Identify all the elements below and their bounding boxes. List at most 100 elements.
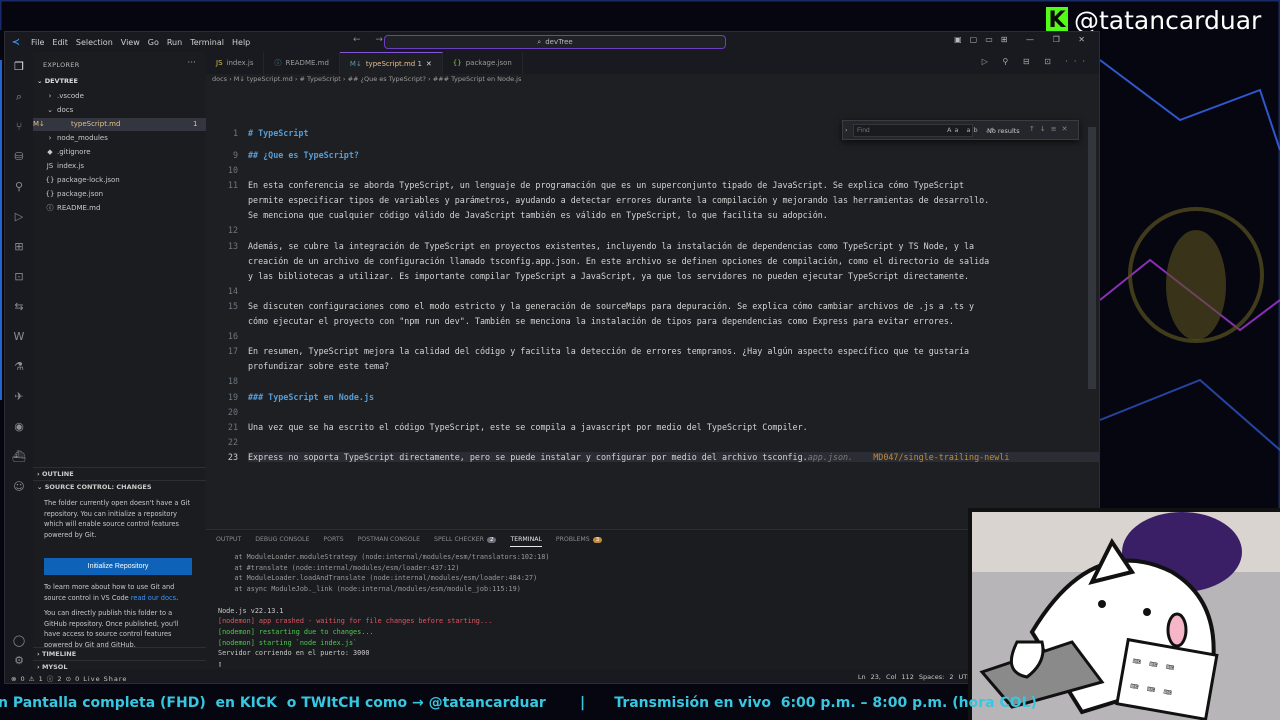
explorer-icon[interactable]: ❐	[12, 60, 26, 74]
chevron-right-icon[interactable]: ›	[845, 126, 848, 134]
tree-item[interactable]: ⌄ docs	[45, 104, 73, 117]
terminal-line: at async ModuleJob._link (node:internal/…	[218, 585, 521, 594]
terminal-line: at ModuleLoader.moduleStrategy (node:int…	[218, 553, 550, 561]
terminal-line: [nodemon] app crashed - waiting for file…	[218, 617, 493, 626]
docker-icon[interactable]: ⛴	[12, 450, 26, 464]
vertical-scrollbar[interactable]	[1088, 127, 1096, 389]
panel-tab-ports[interactable]: PORTS	[323, 536, 343, 547]
tree-item[interactable]: ⓘ README.md	[45, 202, 101, 215]
panel-tab-postman-console[interactable]: POSTMAN CONSOLE	[358, 536, 420, 547]
stream-ticker: n Pantalla completa (FHD) en KICK o TWIt…	[0, 692, 1037, 720]
terminal-output[interactable]: at ModuleLoader.moduleStrategy (node:int…	[218, 552, 549, 670]
wakatime-icon[interactable]: W	[12, 330, 26, 344]
line-number: 21	[227, 422, 238, 432]
editor-tab[interactable]: {} package.json	[443, 52, 523, 74]
code-editor[interactable]: 1 # TypeScript 9 ## ¿Que es TypeScript? 10 11…	[206, 87, 1099, 547]
menu-terminal[interactable]: Terminal	[186, 38, 228, 47]
activity-bar: ❐ ⌕ ⑂ ⛁ ⚲ ▷ ⊞ ⊡ ⇆ W ⚗ ✈ ◉ ⛴ ☺ ◯ ⚙	[5, 52, 33, 669]
gitlens-icon[interactable]: ◉	[12, 420, 26, 434]
line-number: 23	[227, 452, 238, 462]
file-type-icon: JS	[46, 162, 54, 170]
line-number: 14	[227, 286, 238, 296]
sc-info-text: The folder currently open doesn't have a…	[44, 499, 191, 539]
markdown-heading: # TypeScript	[248, 128, 309, 138]
tree-item[interactable]: ◆ .gitignore	[45, 146, 90, 159]
tree-item-label: docs	[57, 106, 74, 114]
tree-item-label: README.md	[57, 204, 101, 212]
live-share-icon[interactable]: ⇆	[12, 300, 26, 314]
panel-tab-debug-console[interactable]: DEBUG CONSOLE	[255, 536, 309, 547]
sidebar-title: EXPLORER	[43, 61, 80, 69]
status-left[interactable]: ⊗ 0 ⚠ 1 ⓘ 2 ⊙ 0 Live Share	[11, 673, 127, 683]
remote-explorer-icon[interactable]: ⊡	[12, 270, 26, 284]
editor-tab[interactable]: ⓘ README.md	[264, 52, 340, 74]
file-type-icon: {}	[452, 59, 462, 67]
panel-tab-output[interactable]: OUTPUT	[216, 536, 241, 547]
line-number: 11	[227, 180, 238, 190]
menu-run[interactable]: Run	[163, 38, 186, 47]
source-control-icon[interactable]: ⑂	[12, 120, 26, 134]
file-type-icon: ›	[48, 92, 52, 100]
close-icon[interactable]: ✕	[426, 60, 432, 68]
menu-file[interactable]: File	[27, 38, 48, 47]
postman-icon[interactable]: ✈	[12, 390, 26, 404]
code-line: creación de un archivo de configuración …	[248, 256, 990, 266]
markdown-heading: ### TypeScript en Node.js	[248, 392, 375, 402]
extensions-icon[interactable]: ⊞	[12, 240, 26, 254]
more-actions-icon[interactable]: ···	[187, 58, 196, 68]
tree-item-label: package.json	[57, 190, 104, 198]
code-line: permite especificar tipos de variables y…	[248, 195, 990, 205]
tree-item[interactable]: {} package-lock.json	[45, 174, 120, 187]
tree-item[interactable]: M↓ typeScript.md 1	[33, 118, 206, 131]
editor-actions[interactable]: ▷ ⚲ ⊟ ⊡ ···	[982, 57, 1091, 66]
terminal-line: [nodemon] restarting due to changes...	[218, 627, 374, 636]
menu-help[interactable]: Help	[228, 38, 254, 47]
tree-item[interactable]: › node_modules	[45, 132, 108, 145]
file-type-icon: ⌄	[47, 106, 53, 114]
testing-icon[interactable]: ⚗	[12, 360, 26, 374]
panel-tab-spell-checker[interactable]: SPELL CHECKER 2	[434, 536, 497, 547]
panel-tab-problems[interactable]: PROBLEMS 3	[556, 536, 603, 547]
account-icon[interactable]: ◯	[12, 634, 26, 648]
window-controls[interactable]: ▣▢▭⊞ — ❐ ✕	[954, 35, 1093, 44]
editor-tab[interactable]: JS index.js	[206, 52, 265, 74]
menu-view[interactable]: View	[117, 38, 144, 47]
ticker-text: n Pantalla completa (FHD) en KICK o TWIt…	[0, 695, 1037, 711]
menu-go[interactable]: Go	[144, 38, 163, 47]
copilot-icon[interactable]: ☺	[12, 480, 26, 494]
title-bar: ≺ File Edit Selection View Go Run Terminal Help…	[5, 32, 1099, 52]
tab-label: README.md	[285, 59, 329, 67]
file-type-icon: JS	[216, 59, 223, 67]
tree-item[interactable]: › .vscode	[45, 90, 84, 103]
outline-section[interactable]: › OUTLINE	[33, 467, 206, 480]
screen: K @tatancarduar ≺ File Edit Selection View G…	[0, 0, 1280, 720]
initialize-repository-button[interactable]: Initialize Repository	[44, 558, 192, 575]
panel-tab-terminal[interactable]: TERMINAL	[510, 536, 542, 547]
timeline-section[interactable]: › TIMELINE	[33, 647, 206, 660]
menu-selection[interactable]: Selection	[72, 38, 117, 47]
file-type-icon: ⓘ	[46, 204, 54, 212]
search-icon[interactable]: ⚲	[12, 180, 26, 194]
find-nav-buttons[interactable]: ↑↓≡✕	[1029, 125, 1072, 133]
sc-learn-text: To learn more about how to use Git and s…	[44, 583, 179, 602]
source-control-section[interactable]: ⌄ SOURCE CONTROL: CHANGES	[33, 480, 206, 493]
editor-tab[interactable]: M↓ typeScript.md 1 ✕	[339, 52, 443, 74]
search-icon[interactable]: ⌕	[12, 90, 26, 104]
command-center-search[interactable]: ⌕ devTree	[384, 35, 726, 49]
tree-item[interactable]: JS index.js	[45, 160, 84, 173]
tab-label: typeScript.md 1	[365, 59, 422, 68]
webcam-overlay: ⌨ ⌨ ⌨ ⌨ ⌨ ⌨	[968, 508, 1280, 720]
database-icon[interactable]: ⛁	[12, 150, 26, 164]
code-line: profundizar sobre este tema?	[248, 361, 390, 371]
tree-item-label: index.js	[57, 162, 84, 170]
project-root[interactable]: ⌄ DEVTREE	[37, 77, 78, 85]
code-line: En esta conferencia se aborda TypeScript…	[248, 180, 964, 190]
gear-icon[interactable]: ⚙	[12, 654, 26, 668]
line-number: 18	[227, 376, 238, 386]
tree-item[interactable]: {} package.json	[45, 188, 104, 201]
run-debug-icon[interactable]: ▷	[12, 210, 26, 224]
menu-edit[interactable]: Edit	[48, 38, 72, 47]
read-docs-link[interactable]: read our docs	[131, 594, 176, 602]
file-type-icon: ›	[48, 134, 52, 142]
breadcrumb[interactable]: docs › M↓ typeScript.md › # TypeScript ›…	[212, 75, 521, 83]
